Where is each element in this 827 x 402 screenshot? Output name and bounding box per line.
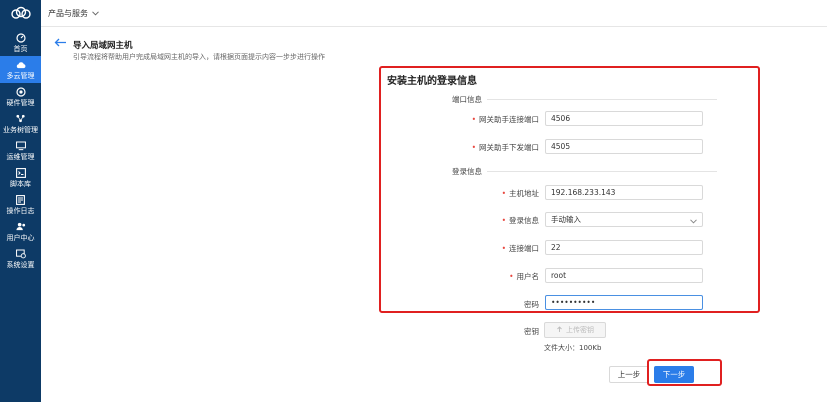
users-icon xyxy=(15,222,26,232)
host-address-input[interactable]: 192.168.233.143 xyxy=(545,185,703,200)
sidebar-item-label: 操作日志 xyxy=(6,206,35,215)
cloud-icon xyxy=(16,60,26,70)
section-port-info: 端口信息 xyxy=(452,95,482,104)
password-input[interactable]: •••••••••• xyxy=(545,295,703,310)
product-services-menu[interactable]: 产品与服务 xyxy=(48,8,99,19)
agent-dispatch-port-input[interactable]: 4505 xyxy=(545,139,703,154)
page-title: 导入局域网主机 xyxy=(73,41,133,51)
sidebar-item-label: 用户中心 xyxy=(6,233,35,242)
chevron-down-icon xyxy=(92,11,99,16)
script-icon xyxy=(15,167,26,178)
sidebar: 首页 多云管理 硬件管理 业务树管理 运维管理 脚本库 操作日志 用户中心 系统… xyxy=(0,0,41,402)
agent-connect-port-input[interactable]: 4506 xyxy=(545,111,703,126)
cloud-logo-icon xyxy=(10,6,31,19)
dashboard-icon xyxy=(15,32,26,43)
sidebar-item-label: 首页 xyxy=(13,44,28,53)
host-address-label: • 主机地址 xyxy=(501,189,539,198)
upload-key-label: 上传密钥 xyxy=(566,326,594,334)
page-description: 引导流程将帮助用户完成局域网主机的导入，请根据页面提示内容一步步进行操作 xyxy=(73,53,325,61)
sidebar-item-scripts[interactable]: 脚本库 xyxy=(0,164,41,191)
settings-icon xyxy=(15,249,26,259)
upload-key-button[interactable]: 上传密钥 xyxy=(544,322,606,338)
sidebar-item-label: 硬件管理 xyxy=(6,98,35,107)
sidebar-item-hardware[interactable]: 硬件管理 xyxy=(0,83,41,110)
panel-title: 安装主机的登录信息 xyxy=(387,76,477,87)
sidebar-item-user-center[interactable]: 用户中心 xyxy=(0,218,41,245)
chip-icon xyxy=(15,86,26,97)
sidebar-item-home[interactable]: 首页 xyxy=(0,29,41,56)
file-size-hint: 文件大小：100Kb xyxy=(544,344,602,352)
top-bar: 产品与服务 xyxy=(41,0,827,27)
username-input[interactable]: root xyxy=(545,268,703,283)
sidebar-item-settings[interactable]: 系统设置 xyxy=(0,245,41,272)
username-label: • 用户名 xyxy=(509,272,539,281)
monitor-icon xyxy=(15,141,26,151)
sidebar-item-label: 运维管理 xyxy=(6,152,35,161)
sidebar-item-business-tree[interactable]: 业务树管理 xyxy=(0,110,41,137)
app-logo[interactable] xyxy=(0,0,41,26)
password-label: 密码 xyxy=(524,300,539,309)
log-icon xyxy=(16,194,26,205)
sidebar-item-ops[interactable]: 运维管理 xyxy=(0,137,41,164)
next-step-button[interactable]: 下一步 xyxy=(654,366,694,383)
sidebar-item-label: 脚本库 xyxy=(10,179,31,188)
sidebar-item-multicloud[interactable]: 多云管理 xyxy=(0,56,41,83)
login-info-selected: 手动输入 xyxy=(551,215,581,224)
login-info-label: • 登录信息 xyxy=(501,216,539,225)
agent-dispatch-port-label: • 网关助手下发端口 xyxy=(471,143,539,152)
login-info-select[interactable]: 手动输入 xyxy=(545,212,703,227)
upload-icon xyxy=(556,325,563,335)
section-login-info: 登录信息 xyxy=(452,167,482,176)
connect-port-label: • 连接端口 xyxy=(501,244,539,253)
prev-step-button[interactable]: 上一步 xyxy=(609,366,649,383)
sidebar-item-label: 多云管理 xyxy=(6,71,35,80)
tree-icon xyxy=(15,114,26,124)
section-divider xyxy=(487,99,717,100)
sidebar-item-label: 系统设置 xyxy=(6,260,35,269)
key-label: 密钥 xyxy=(524,327,539,336)
sidebar-item-oplog[interactable]: 操作日志 xyxy=(0,191,41,218)
sidebar-item-label: 业务树管理 xyxy=(3,125,38,134)
product-menu-label: 产品与服务 xyxy=(48,9,88,18)
chevron-down-icon xyxy=(690,217,697,226)
section-divider xyxy=(487,171,717,172)
connect-port-input[interactable]: 22 xyxy=(545,240,703,255)
agent-connect-port-label: • 网关助手连接端口 xyxy=(471,115,539,124)
back-arrow-icon[interactable] xyxy=(54,38,67,49)
